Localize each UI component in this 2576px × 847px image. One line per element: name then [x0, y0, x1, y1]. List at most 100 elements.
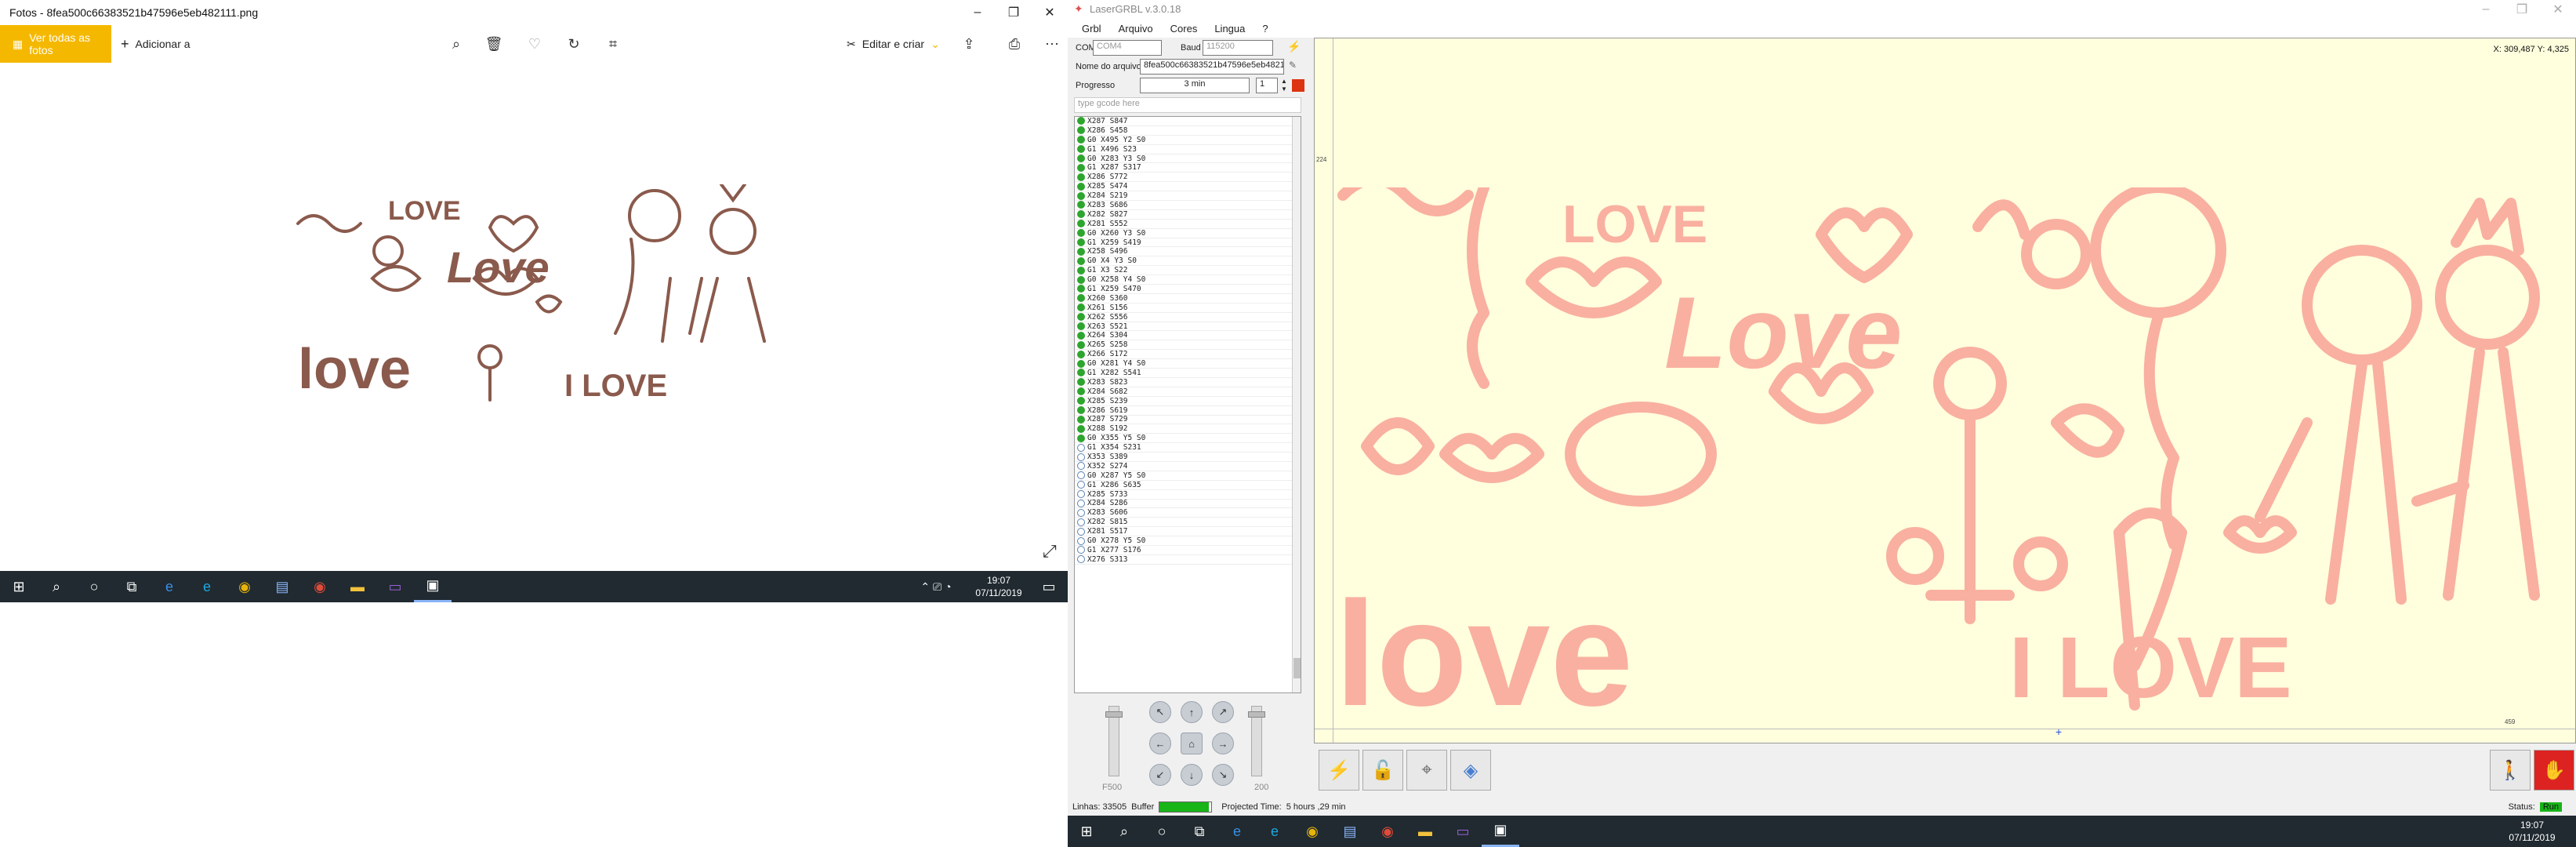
gcode-line[interactable]: G1 X496 S23: [1075, 145, 1301, 154]
more-icon[interactable]: ⋯: [1039, 31, 1065, 56]
gcode-line[interactable]: X285 S733: [1075, 490, 1301, 500]
gcode-line[interactable]: X262 S556: [1075, 313, 1301, 322]
com-select[interactable]: COM4: [1093, 40, 1162, 56]
gcode-line[interactable]: X284 S219: [1075, 191, 1301, 202]
gcode-line[interactable]: X261 S156: [1075, 304, 1301, 313]
open-file-icon[interactable]: ✎: [1289, 60, 1297, 71]
jog-up-right-icon[interactable]: ↗: [1212, 701, 1234, 723]
tray-icons[interactable]: ⌃ ⎚ ◔: [905, 571, 967, 602]
gcode-line[interactable]: G0 X495 Y2 S0: [1075, 136, 1301, 145]
chrome-icon-2[interactable]: ◉: [1369, 816, 1406, 847]
gcode-line[interactable]: X283 S606: [1075, 508, 1301, 518]
clock[interactable]: 19:07 07/11/2019: [967, 574, 1030, 599]
jog-home-icon[interactable]: ⌂: [1181, 732, 1203, 754]
ie-icon[interactable]: e: [1256, 816, 1293, 847]
gcode-line[interactable]: X287 S729: [1075, 415, 1301, 425]
close-icon[interactable]: ✕: [1032, 0, 1068, 25]
gcode-line[interactable]: X276 S313: [1075, 555, 1301, 565]
start-icon[interactable]: ⊞: [1068, 816, 1105, 847]
gcode-line[interactable]: X286 S619: [1075, 406, 1301, 416]
gcode-line[interactable]: G0 X283 Y3 S0: [1075, 154, 1301, 164]
show-desktop[interactable]: [2563, 816, 2576, 847]
add-to-button[interactable]: + Adicionar a: [121, 25, 190, 63]
share-icon[interactable]: ⇪: [956, 31, 981, 56]
jog-up-icon[interactable]: ↑: [1181, 701, 1203, 723]
preview-canvas[interactable]: 224 459 X: 309,487 Y: 4,325 LOVE Love lo…: [1314, 38, 2576, 743]
explorer-icon[interactable]: ▬: [339, 571, 376, 602]
gcode-line[interactable]: X281 S517: [1075, 527, 1301, 537]
chrome-icon[interactable]: ◉: [226, 571, 263, 602]
terminal-icon[interactable]: ▭: [376, 571, 414, 602]
gcode-scrollbar[interactable]: [1292, 117, 1301, 693]
baud-select[interactable]: 115200: [1203, 40, 1273, 56]
speed-slider-thumb[interactable]: [1105, 711, 1123, 718]
app-icon[interactable]: ▤: [263, 571, 301, 602]
step-slider[interactable]: [1248, 706, 1265, 776]
stop-icon[interactable]: [1292, 79, 1304, 92]
copies-spinner-arrows[interactable]: ▲ ▼: [1281, 78, 1289, 93]
menu-cores[interactable]: Cores: [1170, 23, 1198, 35]
search-icon[interactable]: ⌕: [38, 571, 75, 602]
frame-button[interactable]: ◈: [1450, 750, 1491, 791]
app-icon[interactable]: ▤: [1331, 816, 1369, 847]
file-name-field[interactable]: 8fea500c66383521b47596e5eb4821: [1140, 59, 1284, 75]
delete-icon[interactable]: 🗑: [481, 31, 506, 56]
gcode-line[interactable]: X286 S772: [1075, 173, 1301, 183]
gcode-line[interactable]: X353 S389: [1075, 453, 1301, 462]
gcode-line[interactable]: G0 X287 Y5 S0: [1075, 471, 1301, 481]
gcode-line[interactable]: X285 S239: [1075, 397, 1301, 406]
gcode-line[interactable]: X266 S172: [1075, 350, 1301, 360]
jog-up-left-icon[interactable]: ↖: [1149, 701, 1171, 723]
gcode-line[interactable]: G1 X287 S317: [1075, 163, 1301, 173]
gcode-line[interactable]: G0 X281 Y4 S0: [1075, 359, 1301, 369]
gcode-line[interactable]: X282 S827: [1075, 210, 1301, 220]
gcode-line[interactable]: G1 X3 S22: [1075, 266, 1301, 276]
close-icon[interactable]: ✕: [2540, 0, 2576, 19]
homing-button[interactable]: ⌖: [1406, 750, 1447, 791]
gcode-line[interactable]: X282 S815: [1075, 518, 1301, 528]
start-icon[interactable]: ⊞: [0, 571, 38, 602]
gcode-line[interactable]: X264 S304: [1075, 331, 1301, 341]
gcode-line[interactable]: X258 S496: [1075, 247, 1301, 257]
jog-right-icon[interactable]: →: [1212, 732, 1234, 754]
cortana-icon[interactable]: ○: [1143, 816, 1181, 847]
gcode-line[interactable]: X260 S360: [1075, 294, 1301, 304]
gcode-line[interactable]: X288 S192: [1075, 424, 1301, 434]
menu-grbl[interactable]: Grbl: [1082, 23, 1101, 35]
edge-icon[interactable]: e: [151, 571, 188, 602]
jog-down-right-icon[interactable]: ↘: [1212, 764, 1234, 786]
gcode-line[interactable]: G1 X259 S470: [1075, 285, 1301, 294]
scrollbar-thumb[interactable]: [1293, 658, 1301, 678]
gcode-line[interactable]: X284 S286: [1075, 499, 1301, 509]
photos-icon[interactable]: ▣: [414, 571, 452, 602]
laser-fire-button[interactable]: ⚡: [1319, 750, 1359, 791]
photos-icon[interactable]: ▣: [1482, 816, 1519, 847]
chrome-icon[interactable]: ◉: [1293, 816, 1331, 847]
unlock-button[interactable]: 🔓: [1362, 750, 1403, 791]
minimize-icon[interactable]: –: [960, 0, 996, 25]
gcode-line[interactable]: G0 X260 Y3 S0: [1075, 229, 1301, 238]
chrome-icon-2[interactable]: ◉: [301, 571, 339, 602]
gcode-line[interactable]: X287 S847: [1075, 117, 1301, 126]
terminal-icon[interactable]: ▭: [1444, 816, 1482, 847]
edge-icon[interactable]: e: [1218, 816, 1256, 847]
speed-slider[interactable]: [1105, 706, 1123, 776]
connect-icon[interactable]: ⚡: [1287, 40, 1301, 53]
explorer-icon[interactable]: ▬: [1406, 816, 1444, 847]
zoom-icon[interactable]: ⌕: [444, 31, 469, 56]
menu-arquivo[interactable]: Arquivo: [1119, 23, 1153, 35]
gcode-line[interactable]: X263 S521: [1075, 322, 1301, 332]
cortana-icon[interactable]: ○: [75, 571, 113, 602]
gcode-line[interactable]: X283 S686: [1075, 201, 1301, 210]
notifications-icon[interactable]: ▭: [1030, 571, 1068, 602]
jog-down-icon[interactable]: ↓: [1181, 764, 1203, 786]
jog-left-icon[interactable]: ←: [1149, 732, 1171, 754]
gcode-line[interactable]: G0 X278 Y5 S0: [1075, 536, 1301, 546]
gcode-list[interactable]: X287 S847 X286 S458 G0 X495 Y2 S0 G1 X496 S…: [1074, 116, 1301, 693]
gcode-line[interactable]: X281 S552: [1075, 220, 1301, 229]
gcode-command-input[interactable]: type gcode here: [1074, 97, 1301, 113]
emergency-stop-button[interactable]: ✋: [2534, 750, 2574, 791]
favorite-icon[interactable]: ♡: [522, 31, 547, 56]
crop-icon[interactable]: ⌗: [600, 31, 626, 56]
gcode-line[interactable]: X265 S258: [1075, 340, 1301, 351]
